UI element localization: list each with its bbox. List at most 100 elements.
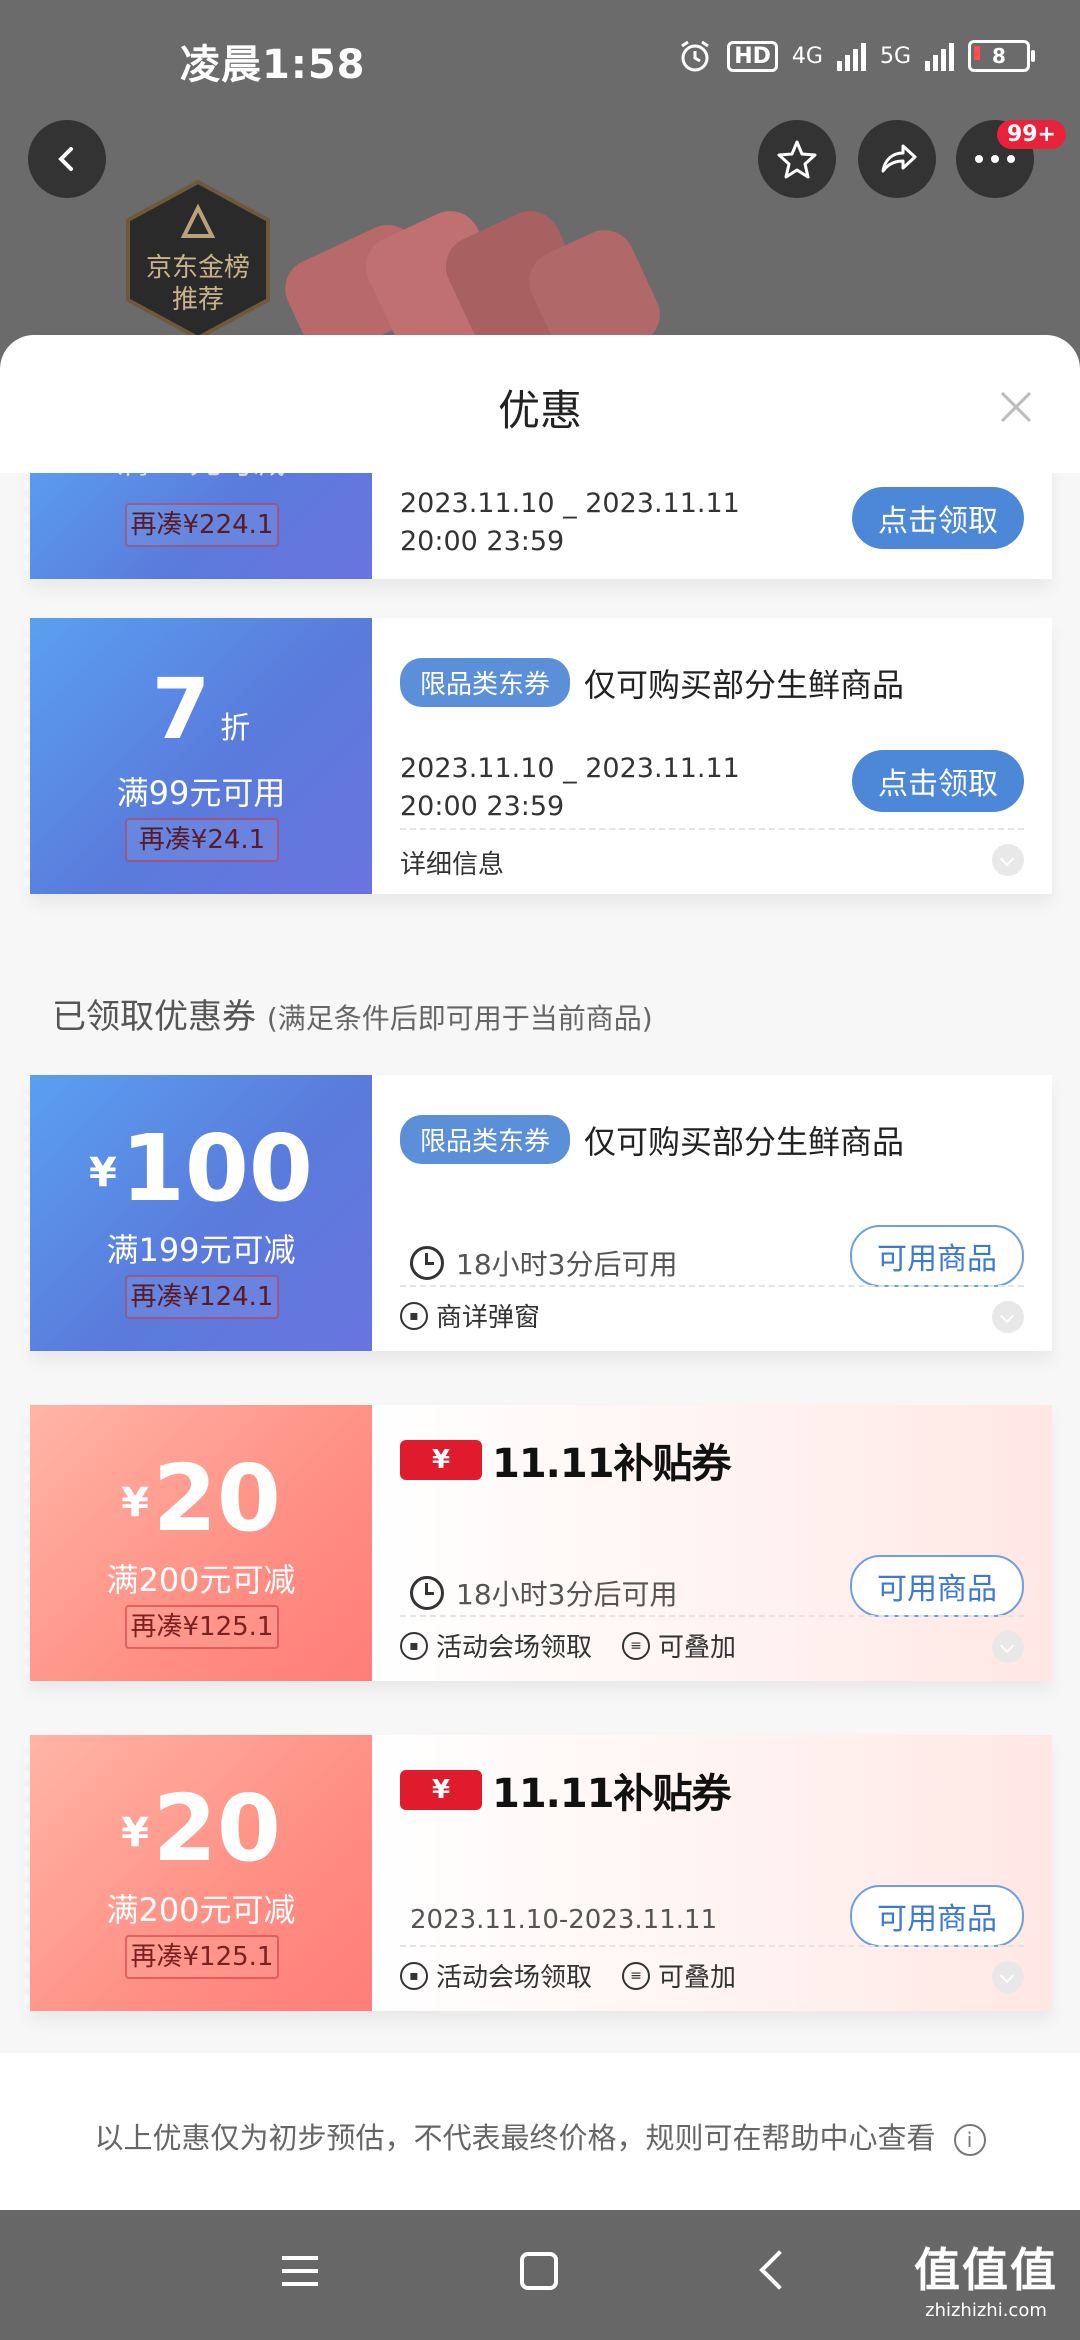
coupon-right: 限品类东券 仅可购买部分生鲜商品 18小时3分后可用 可用商品 ▪ 商详弹窗: [372, 1075, 1052, 1351]
ticket-icon: ▪: [400, 1301, 428, 1330]
coupon-boost: 再凑¥125.1: [125, 1935, 279, 1979]
signal-icon-2: [925, 41, 954, 71]
watermark-logo: 值值值: [914, 2243, 1058, 2297]
footer-row: ▪ 商详弹窗: [400, 1297, 540, 1334]
expand-icon[interactable]: [992, 1301, 1024, 1333]
coupon-date-range: 2023.11.10 _ 2023.11.11: [400, 488, 740, 519]
expand-icon[interactable]: [992, 1631, 1024, 1663]
status-icons: HD 4G 5G 8: [677, 38, 1035, 74]
ticket-icon: ▪: [400, 1961, 428, 1990]
divider: [400, 828, 1024, 830]
coupon-left: ¥20 满200元可减 再凑¥125.1: [24, 1405, 372, 1681]
info-icon[interactable]: i: [953, 2124, 986, 2156]
coupon-desc: 仅可购买部分生鲜商品: [584, 1122, 905, 1161]
coupon-card: 满24元可减 再凑¥224.1 2023.11.10 _ 2023.11.11 …: [24, 473, 1052, 579]
more-dots-icon: [975, 155, 1015, 163]
clock-icon: [410, 1246, 444, 1280]
coupon-dates: 2023.11.10-2023.11.11: [410, 1905, 718, 1935]
coupon-tagline: 限品类东券 仅可购买部分生鲜商品: [400, 658, 904, 707]
coupon-timer: 18小时3分后可用: [410, 1243, 677, 1283]
battery-icon: 8: [968, 40, 1035, 72]
footer-label: 活动会场领取: [436, 1633, 593, 1663]
timer-text: 18小时3分后可用: [456, 1248, 678, 1281]
coupon-list[interactable]: 满24元可减 再凑¥224.1 2023.11.10 _ 2023.11.11 …: [0, 473, 1080, 2053]
close-icon[interactable]: [996, 387, 1036, 427]
coupon-desc: 仅可购买部分生鲜商品: [584, 665, 905, 704]
coupon-condition: 满199元可减: [106, 1231, 296, 1269]
back-button[interactable]: [28, 120, 106, 198]
clock-icon: [410, 1576, 444, 1610]
status-bar: 凌晨1:58 HD 4G 5G 8: [0, 0, 1080, 120]
coupon-date-time: 20:00 23:59: [400, 526, 565, 557]
watermark-url: zhizhizhi.com: [925, 2300, 1047, 2321]
network-4g-label: 4G: [791, 43, 823, 69]
coupon-dates: 2023.11.10 _ 2023.11.11 20:00 23:59: [400, 750, 740, 826]
coupon-card: 7折 满99元可用 再凑¥24.1 限品类东券 仅可购买部分生鲜商品 2023.…: [24, 618, 1052, 894]
gold-badge-line1: 京东金榜: [146, 253, 250, 283]
disclaimer: 以上优惠仅为初步预估，不代表最终价格，规则可在帮助中心查看 i: [0, 2115, 1080, 2157]
gold-rank-badge: 京东金榜 推荐: [118, 179, 278, 341]
coupon-tag: 限品类东券: [400, 1115, 571, 1164]
coupon-boost: 再凑¥224.1: [125, 503, 279, 547]
yen-badge-icon: ¥: [400, 1770, 482, 1810]
stack-icon: ≡: [622, 1631, 651, 1660]
menu-icon[interactable]: [282, 2256, 318, 2286]
coupon-boost: 再凑¥124.1: [125, 1275, 279, 1319]
subsidy-title-text: 11.11补贴券: [492, 1771, 732, 1817]
gold-badge-line2: 推荐: [172, 285, 224, 315]
back-nav-icon[interactable]: [759, 2250, 799, 2290]
yen-badge-icon: ¥: [400, 1440, 482, 1480]
divider: [400, 1615, 1024, 1617]
coupon-condition: 满200元可减: [106, 1891, 296, 1929]
expand-icon[interactable]: [992, 844, 1024, 876]
chevron-left-icon: [58, 147, 73, 171]
available-products-button[interactable]: 可用商品: [850, 1555, 1024, 1617]
detail-row[interactable]: 详细信息: [400, 844, 504, 881]
subsidy-title: ¥ 11.11补贴券: [400, 1761, 732, 1819]
disclaimer-text: 以上优惠仅为初步预估，不代表最终价格，规则可在帮助中心查看: [94, 2121, 936, 2155]
subsidy-title: ¥ 11.11补贴券: [400, 1431, 732, 1489]
claim-button[interactable]: 点击领取: [852, 750, 1024, 812]
coupon-card: ¥20 满200元可减 再凑¥125.1 ¥ 11.11补贴券 2023.11.…: [24, 1735, 1052, 2011]
coupon-date-range: 2023.11.10 _ 2023.11.11: [400, 753, 740, 784]
divider: [400, 1285, 1024, 1287]
battery-level: 8: [992, 44, 1006, 68]
network-5g-label: 5G: [879, 43, 911, 69]
coupon-boost: 再凑¥125.1: [125, 1605, 279, 1649]
sheet-title: 优惠: [497, 386, 582, 435]
coupon-right: ¥ 11.11补贴券 18小时3分后可用 可用商品 ▪ 活动会场领取 ≡ 可叠加: [372, 1405, 1052, 1681]
coupon-card: ¥20 满200元可减 再凑¥125.1 ¥ 11.11补贴券 18小时3分后可…: [24, 1405, 1052, 1681]
available-products-button[interactable]: 可用商品: [850, 1885, 1024, 1947]
status-time: 凌晨1:58: [180, 42, 366, 88]
available-products-button[interactable]: 可用商品: [850, 1225, 1024, 1287]
watermark: 值值值 zhizhizhi.com: [914, 2234, 1058, 2321]
footer-row: ▪ 活动会场领取 ≡ 可叠加: [400, 1627, 736, 1664]
claim-button[interactable]: 点击领取: [852, 487, 1024, 549]
expand-icon[interactable]: [992, 1961, 1024, 1993]
star-icon: [777, 140, 817, 179]
coupon-amount: ¥20: [121, 1445, 281, 1552]
coupon-condition: 满24元可减: [30, 473, 372, 483]
received-section-subtitle: (满足条件后即可用于当前商品): [266, 1002, 653, 1035]
alarm-icon: [681, 40, 710, 72]
coupon-right: 限品类东券 仅可购买部分生鲜商品 2023.11.10 _ 2023.11.11…: [372, 618, 1052, 894]
subsidy-title-text: 11.11补贴券: [492, 1441, 732, 1487]
coupon-date-time: 20:00 23:59: [400, 791, 565, 822]
coupon-amount: ¥20: [121, 1775, 281, 1882]
stack-icon: ≡: [622, 1961, 651, 1990]
stackable-label: 可叠加: [658, 1963, 737, 1993]
home-icon[interactable]: [520, 2252, 558, 2290]
coupon-left: ¥20 满200元可减 再凑¥125.1: [24, 1735, 372, 2011]
coupon-tagline: 限品类东券 仅可购买部分生鲜商品: [400, 1115, 904, 1164]
share-icon: [881, 144, 917, 173]
coupon-left: ¥100 满199元可减 再凑¥124.1: [24, 1075, 372, 1351]
coupon-boost: 再凑¥24.1: [125, 818, 279, 862]
coupon-condition: 满99元可用: [116, 774, 286, 812]
coupon-left: 满24元可减 再凑¥224.1: [24, 473, 372, 579]
coupon-dates: 2023.11.10 _ 2023.11.11 20:00 23:59: [400, 485, 740, 561]
coupon-amount: 7折: [151, 660, 251, 758]
received-section-title: 已领取优惠券 (满足条件后即可用于当前商品): [52, 997, 653, 1037]
share-button[interactable]: [858, 120, 936, 198]
stackable-label: 可叠加: [658, 1633, 737, 1663]
coupon-right: ¥ 11.11补贴券 2023.11.10-2023.11.11 可用商品 ▪ 活…: [372, 1735, 1052, 2011]
